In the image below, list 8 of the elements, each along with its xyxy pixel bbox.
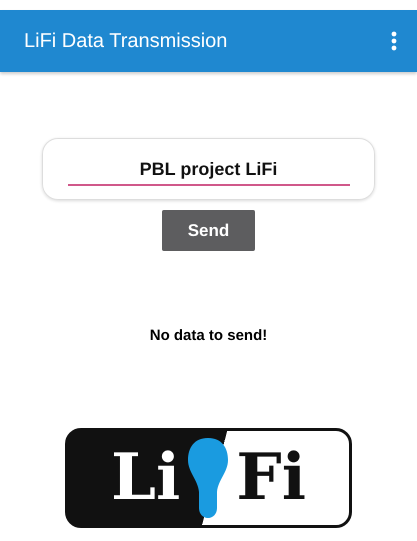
logo-text: Li — [110, 446, 180, 510]
app-title: LiFi Data Transmission — [24, 30, 228, 52]
more-options-icon[interactable] — [391, 31, 397, 51]
send-button[interactable]: Send — [162, 210, 255, 251]
message-input-field[interactable]: PBL project LiFi — [68, 156, 350, 186]
logo-text: Fi — [236, 446, 306, 510]
light-bulb-icon — [186, 436, 230, 520]
status-message: No data to send! — [150, 327, 268, 344]
